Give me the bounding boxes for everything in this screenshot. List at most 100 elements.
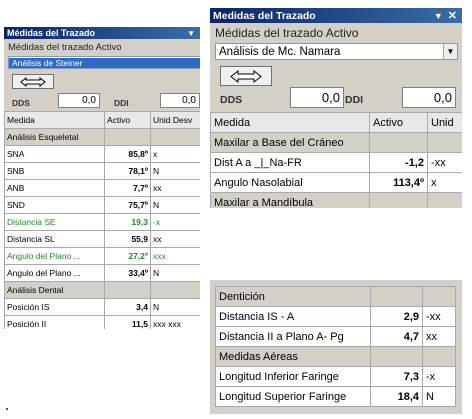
section-spacer-cell [150, 281, 200, 299]
section-header-row[interactable]: Análisis Dental [4, 281, 200, 299]
measure-value: 7,3 [370, 366, 423, 387]
dds-field[interactable]: 0,0 [290, 87, 344, 108]
measurements-table: Dentición Distancia IS - A 2,9 -xx Distancia… [215, 286, 456, 407]
measure-name: Longitud Superior Faringe [215, 386, 371, 407]
panel-subtitle: Médidas del trazado Activo [8, 42, 122, 53]
measure-value: 33,4º [104, 264, 151, 282]
analysis-select-value: Análisis de Mc. Namara [219, 45, 341, 58]
panel-titlebar[interactable]: Medidas del Trazado ▼ ✕ [210, 8, 462, 23]
measure-name: Posición IS [4, 298, 105, 316]
close-icon[interactable]: ✕ [448, 9, 457, 22]
ddi-label: DDI [345, 94, 364, 106]
measure-deviation: -x [150, 213, 200, 231]
measure-value: 19,3 [104, 213, 151, 231]
measurements-table: Medida Activo Unid Desv Análisis Esquele… [4, 111, 200, 329]
measure-deviation: xx [150, 230, 200, 248]
measure-value: 4,7 [370, 326, 423, 347]
column-header-medida[interactable]: Medida [4, 111, 105, 129]
table-row[interactable]: Distancia SL 55,9 xx [4, 230, 200, 248]
table-row[interactable]: Dist A a _|_Na-FR -1,2 -xx [210, 152, 462, 173]
section-header-row[interactable]: Dentición [215, 286, 456, 307]
table-row[interactable]: Angulo Nasolabial 113,4º x [210, 172, 462, 193]
swap-button[interactable] [12, 74, 54, 89]
section-label: Medidas Aéreas [215, 346, 371, 367]
chevron-down-icon[interactable]: ▼ [443, 44, 457, 59]
table-row[interactable]: Longitud Inferior Faringe 7,3 -x [215, 366, 456, 387]
measure-deviation: N [150, 162, 200, 180]
table-row[interactable]: Longitud Superior Faringe 18,4 N [215, 386, 456, 407]
measure-deviation: N [150, 298, 200, 316]
analysis-select[interactable]: Análisis de Mc. Namara ▼ [215, 43, 458, 60]
section-spacer-cell [422, 346, 456, 367]
measure-deviation: x [427, 172, 462, 193]
analysis-select-value: Análisis de Steiner [9, 57, 200, 68]
measure-name: Angulo del Plano ... [4, 247, 105, 265]
ddi-label: DDI [114, 98, 129, 108]
column-header-activo[interactable]: Activo [104, 111, 151, 129]
measurements-table: Medida Activo Unid Maxilar a Base del Cr… [210, 112, 462, 208]
ddi-field[interactable]: 0,0 [402, 87, 456, 108]
section-header-row[interactable]: Maxilar a Base del Cráneo [210, 132, 462, 153]
panel-titlebar[interactable]: Médidas del Trazado ▼ [4, 27, 200, 39]
panel-subtitle: Médidas del trazado Activo [215, 26, 359, 40]
dental-airway-measurements-panel: Dentición Distancia IS - A 2,9 -xx Distancia… [210, 280, 462, 414]
analysis-select[interactable]: Análisis de Steiner [8, 56, 200, 69]
measure-value: 2,9 [370, 306, 423, 327]
section-label: Análisis Dental [4, 281, 105, 299]
double-arrow-icon [20, 76, 46, 87]
panel-title: Medidas del Trazado [213, 9, 316, 22]
column-header-unid[interactable]: Unid [427, 112, 462, 133]
section-spacer-cell [104, 128, 151, 146]
chevron-down-icon[interactable]: ▼ [187, 29, 195, 38]
section-header-row[interactable]: Medidas Aéreas [215, 346, 456, 367]
column-header-unid[interactable]: Unid Desv [150, 111, 200, 129]
column-header-activo[interactable]: Activo [369, 112, 428, 133]
measure-name: Dist A a _|_Na-FR [210, 152, 370, 173]
table-row[interactable]: Angulo del Plano ... 33,4º N [4, 264, 200, 282]
table-row[interactable]: Posición II 11,5 xxx xxx [4, 315, 200, 329]
table-row[interactable]: SND 75,7º N [4, 196, 200, 214]
table-row[interactable]: Angulo del Plano ... 27,2º xxx [4, 247, 200, 265]
ddi-field[interactable]: 0,0 [160, 93, 200, 108]
section-label: Análisis Esqueletal [4, 128, 105, 146]
measure-deviation: N [150, 196, 200, 214]
dds-field[interactable]: 0,0 [58, 93, 100, 108]
section-spacer-cell [369, 132, 428, 153]
measure-name: ANB [4, 179, 105, 197]
section-header-row[interactable]: Maxilar a Mandíbula [210, 192, 462, 208]
table-row[interactable]: Distancia IS - A 2,9 -xx [215, 306, 456, 327]
measure-name: Posición II [4, 315, 105, 329]
measure-value: -1,2 [369, 152, 428, 173]
table-row[interactable]: SNB 78,1º N [4, 162, 200, 180]
table-row[interactable]: Posición IS 3,4 N [4, 298, 200, 316]
section-spacer-cell [104, 281, 151, 299]
section-spacer-cell [369, 192, 428, 208]
stray-mark [6, 408, 8, 410]
measure-name: SNA [4, 145, 105, 163]
measure-name: Distancia IS - A [215, 306, 371, 327]
measure-name: SND [4, 196, 105, 214]
measure-value: 75,7º [104, 196, 151, 214]
measure-value: 78,1º [104, 162, 151, 180]
measure-value: 85,8º [104, 145, 151, 163]
column-header-medida[interactable]: Medida [210, 112, 370, 133]
measure-deviation: x [150, 145, 200, 163]
dds-label: DDS [12, 98, 30, 108]
section-header-row[interactable]: Análisis Esqueletal [4, 128, 200, 146]
measure-deviation: -x [422, 366, 456, 387]
section-label: Maxilar a Base del Cráneo [210, 132, 370, 153]
table-row[interactable]: Distancia II a Plano A- Pg 4,7 xx [215, 326, 456, 347]
section-spacer-cell [427, 192, 462, 208]
section-spacer-cell [422, 286, 456, 307]
section-spacer-cell [150, 128, 200, 146]
table-row[interactable]: Distancia SE 19,3 -x [4, 213, 200, 231]
double-arrow-icon [230, 69, 262, 83]
table-row[interactable]: SNA 85,8º x [4, 145, 200, 163]
swap-button[interactable] [220, 66, 272, 86]
pin-icon[interactable]: ▼ [434, 11, 443, 21]
measure-name: Distancia SE [4, 213, 105, 231]
table-row[interactable]: ANB 7,7º xx [4, 179, 200, 197]
measure-deviation: -xx [422, 306, 456, 327]
measure-value: 55,9 [104, 230, 151, 248]
measure-value: 3,4 [104, 298, 151, 316]
